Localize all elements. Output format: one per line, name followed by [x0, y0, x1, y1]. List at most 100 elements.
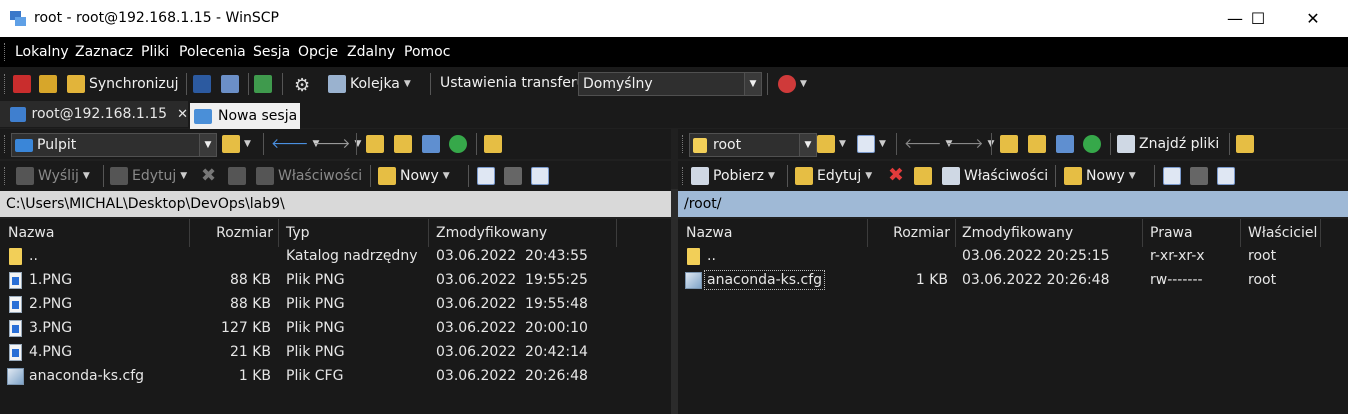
file-row[interactable]: anaconda-ks.cfg 1 KB Plik CFG 03.06.2022…: [0, 365, 671, 389]
toolbar-grip[interactable]: [682, 135, 686, 153]
panel-splitter[interactable]: [671, 189, 678, 414]
right-properties-button[interactable]: Właściwości: [942, 167, 1048, 185]
menu-sesja[interactable]: Sesja: [253, 44, 290, 60]
console-button[interactable]: [193, 75, 211, 93]
menu-grip[interactable]: [4, 43, 8, 61]
right-parent-dir-button[interactable]: [1000, 135, 1018, 153]
left-filter-button[interactable]: [484, 135, 502, 153]
new-label: Nowy: [1086, 168, 1125, 184]
right-forward-button[interactable]: 🡒▼: [946, 135, 994, 152]
toolbar-grip[interactable]: [682, 167, 686, 185]
file-row[interactable]: 2.PNG 88 KB Plik PNG 03.06.2022 19:55:48: [0, 293, 671, 317]
menu-polecenia[interactable]: Polecenia: [179, 44, 246, 60]
right-filter-select-button[interactable]: [1217, 167, 1235, 185]
left-home-button[interactable]: [422, 135, 440, 153]
separator: [248, 73, 249, 95]
right-find-files-button[interactable]: Znajdź pliki: [1117, 135, 1219, 153]
right-root-dir-button[interactable]: [1028, 135, 1046, 153]
file-row[interactable]: 3.PNG 127 KB Plik PNG 03.06.2022 20:00:1…: [0, 317, 671, 341]
right-edit-button[interactable]: Edytuj ▼: [795, 167, 872, 185]
left-delete-button[interactable]: ✖: [201, 165, 216, 186]
column-header-modified[interactable]: Zmodyfikowany: [962, 219, 1142, 247]
new-session-icon: [194, 108, 212, 124]
column-header-size[interactable]: Rozmiar: [868, 219, 950, 247]
right-location-select[interactable]: root ▼: [689, 133, 817, 157]
right-home-button[interactable]: [1056, 135, 1074, 153]
separator: [263, 133, 264, 155]
queue-button[interactable]: Kolejka ▼: [328, 75, 411, 93]
left-send-button[interactable]: Wyślij ▼: [16, 167, 90, 185]
menu-zaznacz[interactable]: Zaznacz: [75, 44, 133, 60]
left-refresh-button[interactable]: [449, 135, 467, 153]
left-file-list[interactable]: Nazwa Rozmiar Typ Zmodyfikowany .. Katal…: [0, 219, 671, 414]
right-filter-button[interactable]: ▼: [857, 135, 886, 153]
right-select-all-button[interactable]: [1163, 167, 1181, 185]
left-properties-button[interactable]: Właściwości: [256, 167, 362, 185]
column-header-size[interactable]: Rozmiar: [190, 219, 273, 247]
left-root-dir-button[interactable]: [394, 135, 412, 153]
menu-zdalny[interactable]: Zdalny: [347, 44, 395, 60]
right-rename-button[interactable]: [914, 167, 932, 185]
column-header-rights[interactable]: Prawa: [1150, 219, 1240, 247]
preferences-button[interactable]: ⚙: [294, 75, 310, 96]
file-row[interactable]: anaconda-ks.cfg 1 KB 03.06.2022 20:26:48…: [678, 269, 1348, 293]
left-path-bar[interactable]: C:\Users\MICHAL\Desktop\DevOps\lab9\: [0, 191, 671, 217]
maximize-button[interactable]: ☐: [1235, 0, 1281, 37]
close-tab-icon[interactable]: ✕: [177, 107, 188, 122]
compare-directories-button[interactable]: [13, 75, 31, 93]
synchronize-button[interactable]: Synchronizuj: [67, 75, 179, 93]
toolbar-grip[interactable]: [4, 167, 8, 185]
file-row[interactable]: 1.PNG 88 KB Plik PNG 03.06.2022 19:55:25: [0, 269, 671, 293]
right-delete-button[interactable]: ✖: [888, 164, 904, 186]
right-file-list[interactable]: Nazwa Rozmiar Zmodyfikowany Prawa Właści…: [678, 219, 1348, 414]
separator: [1110, 133, 1111, 155]
column-header-type[interactable]: Typ: [286, 219, 426, 247]
explorer-view-button[interactable]: [254, 75, 272, 93]
synchronize-browsing-button[interactable]: [39, 75, 57, 93]
left-new-button[interactable]: Nowy ▼: [378, 167, 450, 185]
right-refresh-button[interactable]: [1083, 135, 1101, 153]
toolbar-grip[interactable]: [4, 74, 8, 94]
column-header-name[interactable]: Nazwa: [8, 219, 188, 247]
right-tree-button[interactable]: [1236, 135, 1254, 153]
chevron-down-icon[interactable]: ▼: [744, 73, 761, 95]
chevron-down-icon[interactable]: ▼: [799, 134, 816, 156]
left-filter-select-button[interactable]: [531, 167, 549, 185]
column-header-modified[interactable]: Zmodyfikowany: [436, 219, 616, 247]
menu-lokalny[interactable]: Lokalny: [15, 44, 69, 60]
file-row[interactable]: .. Katalog nadrzędny 03.06.2022 20:43:55: [0, 245, 671, 269]
tab-session-root[interactable]: root@192.168.1.15 ✕: [0, 101, 188, 127]
file-row[interactable]: 4.PNG 21 KB Plik PNG 03.06.2022 20:42:14: [0, 341, 671, 365]
menu-pomoc[interactable]: Pomoc: [404, 44, 450, 60]
left-edit-button[interactable]: Edytuj ▼: [110, 167, 187, 185]
compare-icon: [13, 75, 31, 93]
chevron-down-icon: ▼: [865, 171, 873, 181]
column-header-name[interactable]: Nazwa: [686, 219, 866, 247]
right-new-button[interactable]: Nowy ▼: [1064, 167, 1136, 185]
left-rename-button[interactable]: [228, 167, 246, 185]
close-window-button[interactable]: ✕: [1290, 0, 1336, 37]
right-download-button[interactable]: Pobierz ▼: [691, 167, 775, 185]
left-select-all-button[interactable]: [477, 167, 495, 185]
session-tabs: root@192.168.1.15 ✕ Nowa sesja: [0, 101, 1348, 129]
left-forward-button[interactable]: 🡒 ▼: [313, 135, 361, 152]
file-name: 3.PNG: [29, 320, 73, 336]
chevron-down-icon: ▼: [879, 139, 886, 149]
chevron-down-icon[interactable]: ▼: [199, 134, 216, 156]
right-open-directory-button[interactable]: ▼: [817, 135, 846, 153]
toolbar-grip[interactable]: [4, 135, 8, 153]
transfer-settings-select[interactable]: Domyślny ▼: [578, 72, 762, 96]
left-open-directory-button[interactable]: ▼: [222, 135, 251, 153]
right-path-bar[interactable]: /root/: [678, 191, 1348, 217]
right-deselect-button[interactable]: [1190, 167, 1208, 185]
left-location-select[interactable]: Pulpit ▼: [11, 133, 217, 157]
tab-new-session[interactable]: Nowa sesja: [190, 103, 300, 129]
left-deselect-button[interactable]: [504, 167, 522, 185]
menu-opcje[interactable]: Opcje: [298, 44, 338, 60]
column-header-owner[interactable]: Właściciel: [1248, 219, 1338, 247]
reconnect-button[interactable]: ▼: [778, 75, 807, 93]
menu-pliki[interactable]: Pliki: [141, 44, 169, 60]
putty-button[interactable]: [221, 75, 239, 93]
left-parent-dir-button[interactable]: [366, 135, 384, 153]
file-row[interactable]: .. 03.06.2022 20:25:15 r-xr-xr-x root: [678, 245, 1348, 269]
